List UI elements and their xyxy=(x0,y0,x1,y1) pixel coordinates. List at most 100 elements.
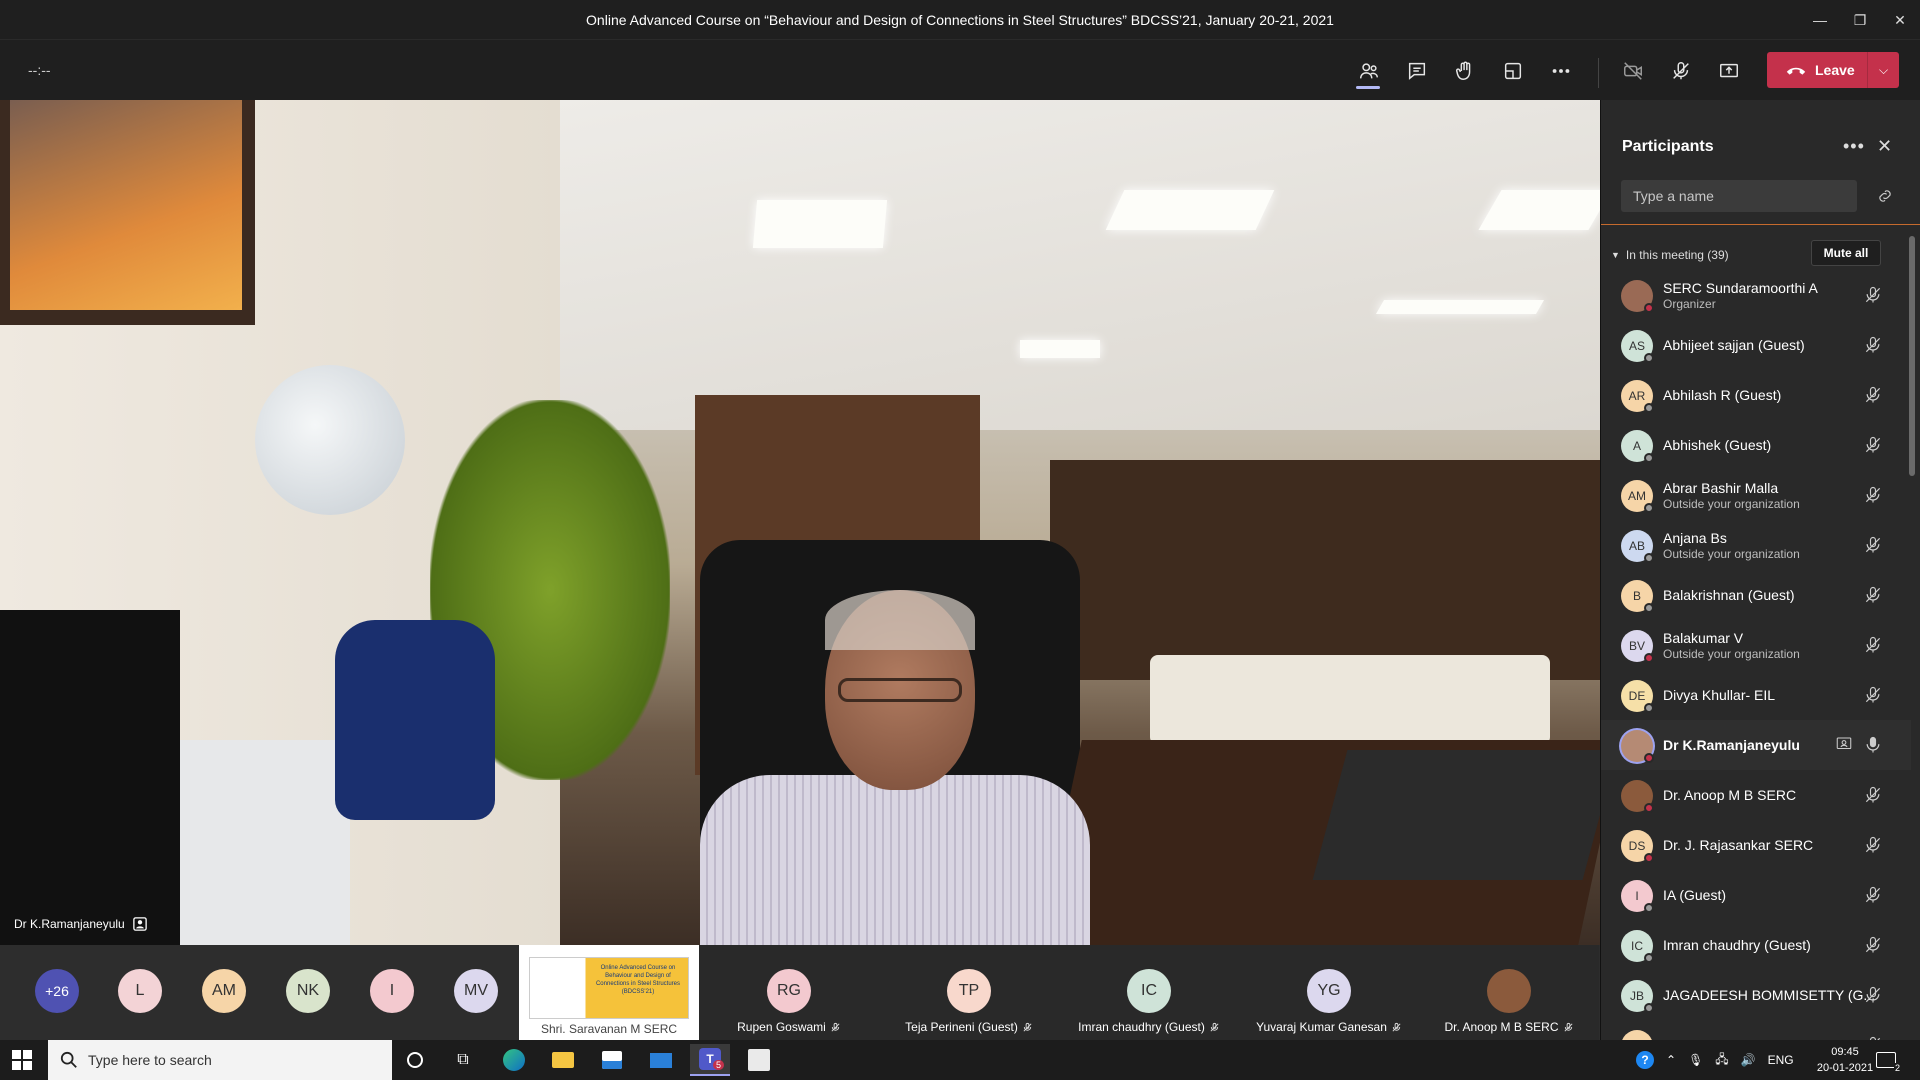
participant-row[interactable]: Dr. Anoop M B SERC xyxy=(1601,770,1911,820)
show-participants-button[interactable] xyxy=(1352,54,1386,88)
minimize-button[interactable]: — xyxy=(1800,0,1840,40)
serc-app-button[interactable] xyxy=(739,1044,779,1076)
participant-avatar: AM xyxy=(1621,480,1654,513)
panel-more-button[interactable]: ••• xyxy=(1843,136,1865,157)
leave-options-dropdown[interactable]: ⌵ xyxy=(1867,52,1899,88)
participant-row[interactable]: JB JAGADEESH BOMMISETTY (G... xyxy=(1601,970,1911,1020)
participant-initials: AM xyxy=(1628,489,1646,503)
mute-all-button[interactable]: Mute all xyxy=(1811,240,1881,266)
close-window-button[interactable]: ✕ xyxy=(1880,0,1920,40)
participant-initials: B xyxy=(1632,589,1641,603)
mic-off-icon[interactable] xyxy=(1863,485,1883,505)
mic-off-icon[interactable] xyxy=(1863,335,1883,355)
participant-row[interactable]: A Abhishek (Guest) xyxy=(1601,420,1911,470)
hand-icon xyxy=(1456,61,1471,80)
file-explorer-button[interactable] xyxy=(543,1044,583,1076)
gallery-avatar[interactable]: I xyxy=(370,969,414,1013)
mic-off-icon[interactable] xyxy=(1863,885,1883,905)
presence-status-icon xyxy=(1644,703,1654,713)
language-indicator[interactable]: ENG xyxy=(1768,1053,1794,1067)
raise-hand-button[interactable] xyxy=(1448,54,1482,88)
link-icon xyxy=(1879,190,1891,202)
gallery-tile[interactable]: YG Yuvaraj Kumar Ganesan xyxy=(1239,945,1419,1040)
volume-icon[interactable]: 🔊 xyxy=(1741,1053,1756,1067)
participant-row[interactable]: B Balakrishnan (Guest) xyxy=(1601,570,1911,620)
mic-toggle-button[interactable] xyxy=(1664,54,1698,88)
network-icon[interactable]: 🖧 xyxy=(1715,1050,1728,1071)
breakout-rooms-button[interactable] xyxy=(1496,54,1530,88)
mic-off-icon[interactable] xyxy=(1863,535,1883,555)
participant-row[interactable]: DS Dr. J. Rajasankar SERC xyxy=(1601,820,1911,870)
participant-row[interactable]: AS Abhijeet sajjan (Guest) xyxy=(1601,320,1911,370)
edge-button[interactable] xyxy=(494,1044,534,1076)
show-chat-button[interactable] xyxy=(1400,54,1434,88)
participant-row[interactable]: DE Divya Khullar- EIL xyxy=(1601,670,1911,720)
ellipsis-icon xyxy=(1552,69,1570,73)
mic-off-icon xyxy=(831,1023,840,1032)
gallery-tile[interactable]: TP Teja Perineni (Guest) xyxy=(879,945,1059,1040)
share-invite-button[interactable] xyxy=(1875,186,1895,206)
participant-name: Dr K.Ramanjaneyulu xyxy=(1663,737,1800,753)
taskbar-clock[interactable]: 09:45 20-01-2021 xyxy=(1815,1044,1875,1076)
microphone-tray-icon[interactable]: 🎙 xyxy=(1688,1053,1703,1067)
taskbar-search-box[interactable]: Type here to search xyxy=(48,1040,392,1080)
mic-off-icon[interactable] xyxy=(1863,285,1883,305)
teams-button[interactable]: T 5 xyxy=(690,1044,730,1076)
participant-row[interactable]: Dr K.Ramanjaneyulu xyxy=(1601,720,1911,770)
main-video-feed[interactable]: Dr K.Ramanjaneyulu xyxy=(0,100,1600,945)
panel-close-button[interactable]: ✕ xyxy=(1877,136,1892,157)
notifications-button[interactable]: 2 xyxy=(1876,1040,1901,1080)
mic-on-icon[interactable] xyxy=(1863,735,1883,755)
leave-button[interactable]: Leave ⌵ xyxy=(1767,52,1899,88)
participant-row[interactable]: SERC Sundaramoorthi A Organizer xyxy=(1601,270,1911,320)
in-meeting-section-toggle[interactable]: ▼ In this meeting (39) xyxy=(1611,248,1729,262)
ceiling-light xyxy=(1105,190,1275,230)
mic-off-icon[interactable] xyxy=(1863,935,1883,955)
participant-search-input[interactable] xyxy=(1621,180,1857,212)
participant-row[interactable]: LOKESWARI xyxy=(1601,1020,1911,1040)
chevron-up-icon[interactable]: ⌃ xyxy=(1666,1053,1676,1067)
more-actions-button[interactable] xyxy=(1544,54,1578,88)
windows-start-button[interactable] xyxy=(12,1050,32,1070)
participant-row[interactable]: I IA (Guest) xyxy=(1601,870,1911,920)
mic-off-icon[interactable] xyxy=(1863,585,1883,605)
participant-avatar: IC xyxy=(1621,930,1654,963)
mic-off-icon[interactable] xyxy=(1863,985,1883,1005)
participant-name: IA (Guest) xyxy=(1663,887,1727,903)
participant-row[interactable]: AR Abhilash R (Guest) xyxy=(1601,370,1911,420)
more-participants-button[interactable]: +26 xyxy=(35,969,79,1013)
shared-content-tile[interactable]: Online Advanced Course on Behaviour and … xyxy=(519,945,699,1040)
gallery-avatar[interactable]: L xyxy=(118,969,162,1013)
mic-off-icon[interactable] xyxy=(1863,835,1883,855)
mail-button[interactable] xyxy=(641,1044,681,1076)
mic-off-icon[interactable] xyxy=(1863,685,1883,705)
participant-initials: A xyxy=(1632,439,1641,453)
presenter-badge-icon xyxy=(132,917,147,931)
gallery-tile[interactable]: IC Imran chaudhry (Guest) xyxy=(1059,945,1239,1040)
mic-off-icon[interactable] xyxy=(1863,385,1883,405)
participant-row[interactable]: IC Imran chaudhry (Guest) xyxy=(1601,920,1911,970)
gallery-avatar[interactable]: AM xyxy=(202,969,246,1013)
mic-off-icon[interactable] xyxy=(1863,785,1883,805)
gallery-avatar[interactable]: NK xyxy=(286,969,330,1013)
cortana-button[interactable] xyxy=(395,1044,435,1076)
gallery-avatar[interactable]: MV xyxy=(454,969,498,1013)
gallery-tile[interactable]: Dr. Anoop M B SERC xyxy=(1419,945,1599,1040)
participant-row[interactable]: BV Balakumar V Outside your organization xyxy=(1601,620,1911,670)
help-icon[interactable]: ? xyxy=(1636,1051,1654,1069)
participant-name: Balakumar V xyxy=(1663,630,1744,646)
store-button[interactable] xyxy=(592,1044,632,1076)
participant-avatar: AB xyxy=(1621,530,1654,563)
restore-button[interactable]: ❐ xyxy=(1840,0,1880,40)
participant-row[interactable]: AB Anjana Bs Outside your organization xyxy=(1601,520,1911,570)
camera-toggle-button[interactable] xyxy=(1616,54,1650,88)
participant-initials: DS xyxy=(1628,839,1646,853)
share-screen-button[interactable] xyxy=(1712,54,1746,88)
mic-off-icon[interactable] xyxy=(1863,435,1883,455)
mic-off-icon[interactable] xyxy=(1863,635,1883,655)
video-monitor xyxy=(0,610,180,945)
gallery-tile[interactable]: RG Rupen Goswami xyxy=(699,945,879,1040)
participant-avatar: DS xyxy=(1621,830,1654,863)
task-view-button[interactable]: ⧉ xyxy=(443,1044,483,1076)
participant-row[interactable]: AM Abrar Bashir Malla Outside your organiz… xyxy=(1601,470,1911,520)
